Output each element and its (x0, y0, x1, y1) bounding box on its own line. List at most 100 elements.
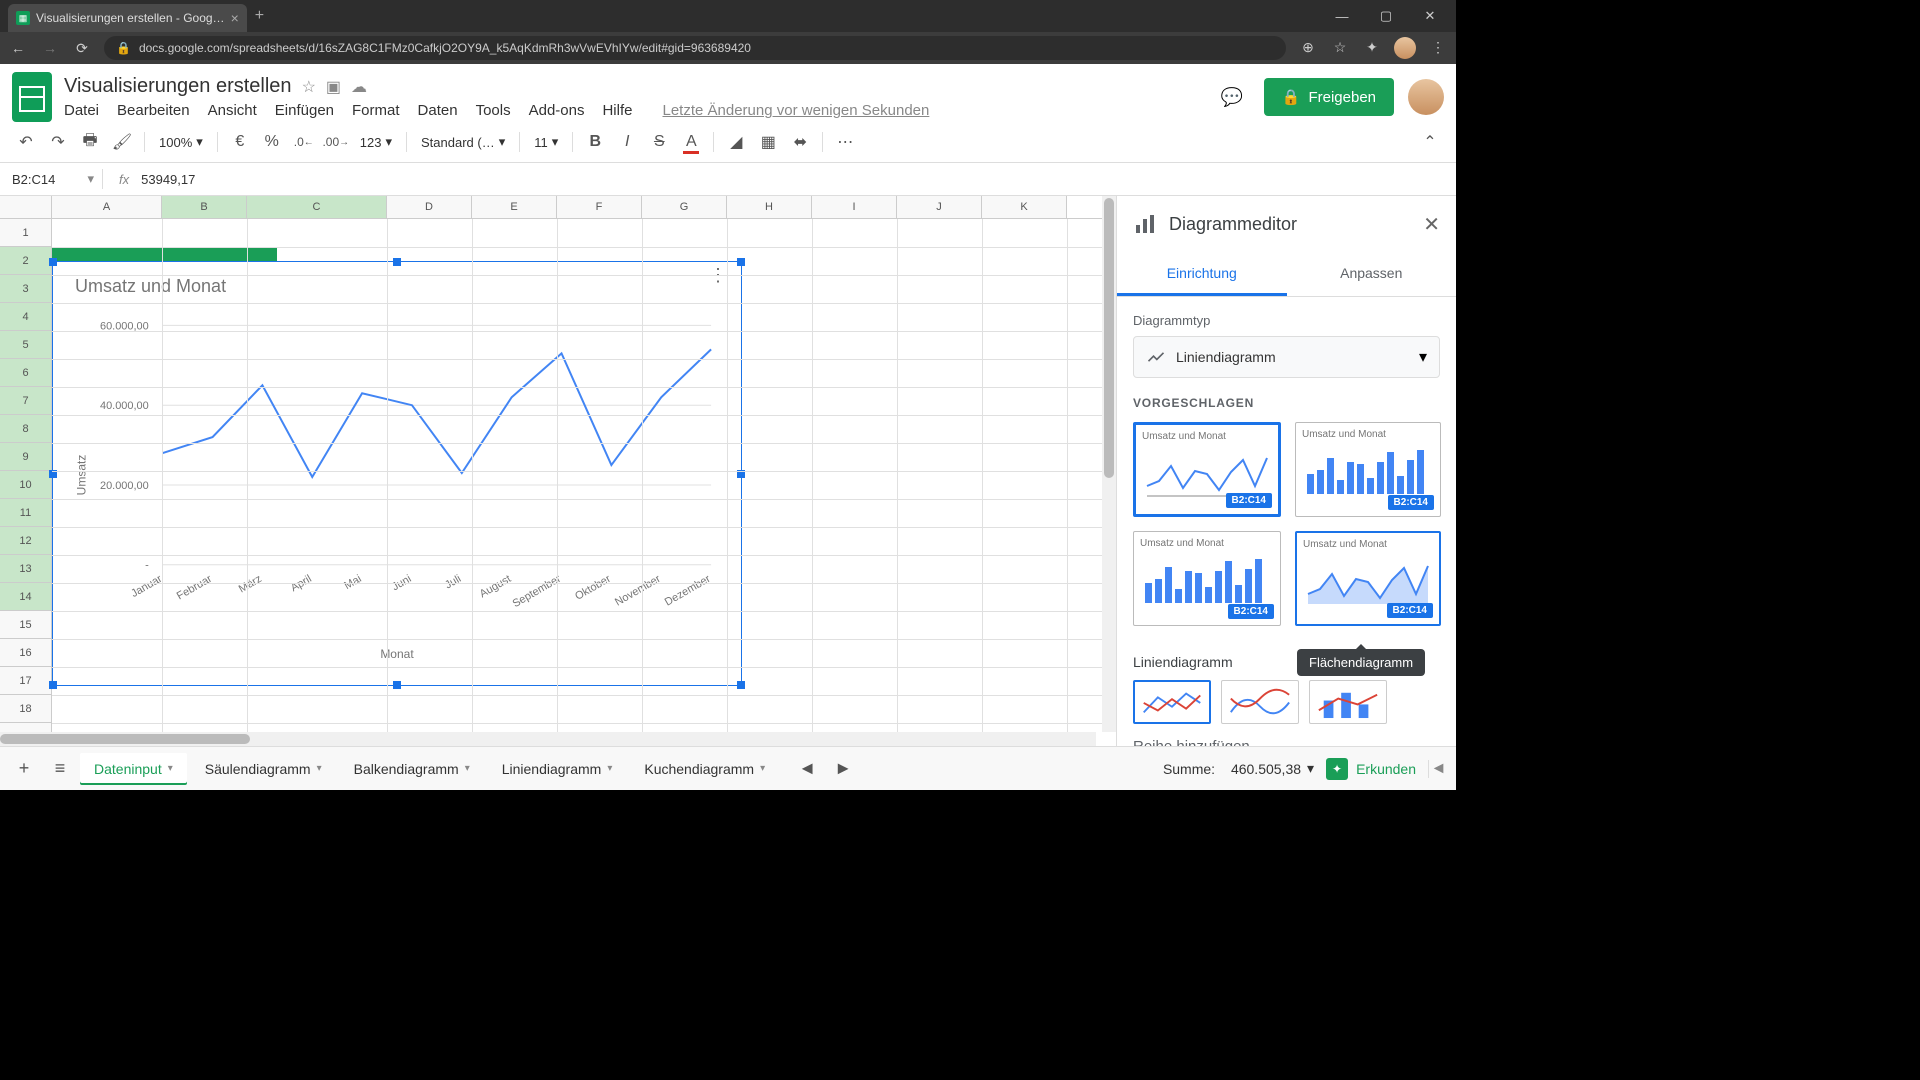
name-box[interactable]: B2:C14 ▾ (8, 167, 98, 191)
suggested-chart-column-alt[interactable]: Umsatz und Monat B2:C14 (1133, 531, 1281, 626)
font-size-dropdown[interactable]: 11 ▾ (528, 134, 564, 150)
add-sheet-button[interactable]: + (8, 753, 40, 785)
row-header[interactable]: 6 (0, 359, 52, 387)
suggested-chart-line[interactable]: Umsatz und Monat B2:C14 (1133, 422, 1281, 517)
line-type-combo[interactable] (1309, 680, 1387, 724)
sheet-nav-left-icon[interactable]: ◄ (791, 753, 823, 785)
row-header[interactable]: 10 (0, 471, 52, 499)
star-icon[interactable]: ☆ (302, 77, 316, 97)
resize-handle[interactable] (393, 681, 401, 689)
collapse-toolbar-icon[interactable]: ⌃ (1416, 128, 1444, 156)
suggested-chart-area[interactable]: Umsatz und Monat B2:C14 (1295, 531, 1441, 626)
sheet-tab[interactable]: Säulendiagramm ▾ (191, 753, 336, 785)
user-avatar[interactable] (1408, 79, 1444, 115)
menu-daten[interactable]: Daten (418, 102, 458, 119)
currency-icon[interactable]: € (226, 128, 254, 156)
font-dropdown[interactable]: Standard (… ▾ (415, 134, 511, 150)
close-panel-icon[interactable]: ✕ (1423, 212, 1440, 237)
column-header[interactable]: K (982, 196, 1067, 218)
fill-color-icon[interactable]: ◢ (722, 128, 750, 156)
sheets-logo-icon[interactable] (12, 72, 52, 122)
sheet-tab[interactable]: Liniendiagramm ▾ (488, 753, 627, 785)
tab-setup[interactable]: Einrichtung (1117, 253, 1287, 296)
bold-icon[interactable]: B (581, 128, 609, 156)
document-title[interactable]: Visualisierungen erstellen (64, 75, 292, 98)
strikethrough-icon[interactable]: S (645, 128, 673, 156)
status-sum[interactable]: Summe: 460.505,38 ▾ (1163, 760, 1314, 777)
menu-datei[interactable]: Datei (64, 102, 99, 119)
side-panel-toggle-icon[interactable]: ◄ (1428, 760, 1448, 778)
all-sheets-icon[interactable]: ≡ (44, 753, 76, 785)
url-input[interactable]: 🔒 docs.google.com/spreadsheets/d/16sZAG8… (104, 36, 1286, 60)
embedded-chart[interactable]: ⋮ Umsatz und Monat Umsatz -20.000,0040.0… (52, 261, 742, 686)
row-header[interactable]: 14 (0, 583, 52, 611)
resize-handle[interactable] (737, 258, 745, 266)
sheet-nav-right-icon[interactable]: ► (827, 753, 859, 785)
column-header[interactable]: C (247, 196, 387, 218)
horizontal-scrollbar[interactable] (0, 732, 1096, 746)
comments-icon[interactable]: 💬 (1214, 79, 1250, 115)
row-header[interactable]: 2 (0, 247, 52, 275)
increase-decimal-icon[interactable]: .00→ (322, 128, 350, 156)
menu-tools[interactable]: Tools (476, 102, 511, 119)
resize-handle[interactable] (737, 681, 745, 689)
paint-format-icon[interactable]: 🖌 (108, 128, 136, 156)
maximize-button[interactable]: ▢ (1366, 2, 1406, 30)
format-number-dropdown[interactable]: 123▾ (354, 134, 398, 150)
extensions-icon[interactable]: ✦ (1362, 37, 1382, 57)
resize-handle[interactable] (49, 258, 57, 266)
zoom-dropdown[interactable]: 100% ▾ (153, 134, 209, 150)
forward-icon[interactable]: → (40, 38, 60, 58)
reload-icon[interactable]: ⟳ (72, 38, 92, 58)
column-header[interactable]: E (472, 196, 557, 218)
column-header[interactable]: H (727, 196, 812, 218)
chart-title[interactable]: Umsatz und Monat (53, 262, 741, 305)
column-header[interactable]: G (642, 196, 727, 218)
sheet-tab[interactable]: Dateninput ▾ (80, 753, 187, 785)
row-header[interactable]: 8 (0, 415, 52, 443)
formula-value[interactable]: 53949,17 (141, 172, 195, 187)
spreadsheet-grid[interactable]: ABCDEFGHIJK 1234567891011121314151617181… (0, 196, 1116, 746)
last-edit-text[interactable]: Letzte Änderung vor wenigen Sekunden (662, 102, 929, 119)
row-header[interactable]: 15 (0, 611, 52, 639)
menu-hilfe[interactable]: Hilfe (602, 102, 632, 119)
row-header[interactable]: 17 (0, 667, 52, 695)
italic-icon[interactable]: I (613, 128, 641, 156)
chart-type-dropdown[interactable]: Liniendiagramm ▾ (1133, 336, 1440, 378)
percent-icon[interactable]: % (258, 128, 286, 156)
text-color-icon[interactable]: A (677, 128, 705, 156)
row-header[interactable]: 7 (0, 387, 52, 415)
vertical-scrollbar[interactable] (1102, 196, 1116, 732)
share-button[interactable]: 🔒 Freigeben (1264, 78, 1394, 116)
more-toolbar-icon[interactable]: ⋯ (831, 128, 859, 156)
row-header[interactable]: 18 (0, 695, 52, 723)
menu-icon[interactable]: ⋮ (1428, 37, 1448, 57)
row-header[interactable]: 12 (0, 527, 52, 555)
column-header[interactable]: D (387, 196, 472, 218)
tab-customize[interactable]: Anpassen (1287, 253, 1457, 296)
menu-einfuegen[interactable]: Einfügen (275, 102, 334, 119)
zoom-icon[interactable]: ⊕ (1298, 37, 1318, 57)
row-header[interactable]: 16 (0, 639, 52, 667)
row-header[interactable]: 3 (0, 275, 52, 303)
row-header[interactable]: 9 (0, 443, 52, 471)
resize-handle[interactable] (393, 258, 401, 266)
row-header[interactable]: 13 (0, 555, 52, 583)
new-tab-button[interactable]: + (255, 7, 264, 25)
line-type-smooth[interactable] (1221, 680, 1299, 724)
column-header[interactable]: J (897, 196, 982, 218)
suggested-chart-column[interactable]: Umsatz und Monat B2:C14 (1295, 422, 1441, 517)
column-header[interactable]: A (52, 196, 162, 218)
menu-format[interactable]: Format (352, 102, 400, 119)
bookmark-icon[interactable]: ☆ (1330, 37, 1350, 57)
menu-ansicht[interactable]: Ansicht (208, 102, 257, 119)
close-tab-icon[interactable]: × (231, 10, 239, 26)
undo-icon[interactable]: ↶ (12, 128, 40, 156)
line-type-basic[interactable] (1133, 680, 1211, 724)
back-icon[interactable]: ← (8, 38, 28, 58)
redo-icon[interactable]: ↷ (44, 128, 72, 156)
column-header[interactable]: F (557, 196, 642, 218)
row-header[interactable]: 4 (0, 303, 52, 331)
cloud-status-icon[interactable]: ☁ (351, 77, 367, 97)
menu-bearbeiten[interactable]: Bearbeiten (117, 102, 190, 119)
